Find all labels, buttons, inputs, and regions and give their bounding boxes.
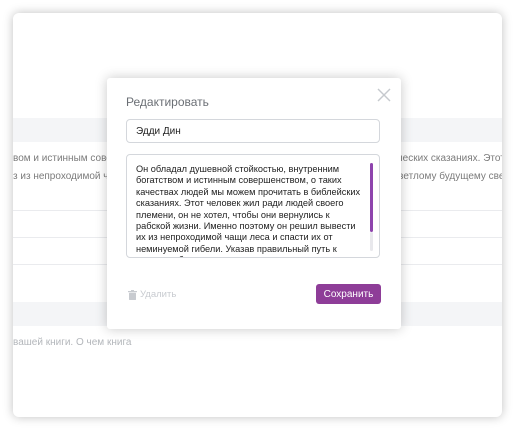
delete-button[interactable]: Удалить: [128, 289, 176, 300]
close-icon[interactable]: [376, 87, 392, 103]
description-text: Он обладал душевной стойкостью, внутренн…: [136, 164, 361, 257]
delete-label: Удалить: [140, 289, 177, 300]
description-textarea[interactable]: Он обладал душевной стойкостью, внутренн…: [126, 154, 380, 258]
dialog-title: Редактировать: [126, 95, 209, 109]
edit-dialog: Редактировать Он обладал душевной стойко…: [107, 78, 401, 329]
scrollbar-thumb[interactable]: [370, 163, 373, 232]
scrollbar-track[interactable]: [370, 232, 373, 251]
name-input[interactable]: [126, 119, 380, 143]
trash-icon: [128, 289, 137, 300]
save-button[interactable]: Сохранить: [316, 284, 381, 304]
